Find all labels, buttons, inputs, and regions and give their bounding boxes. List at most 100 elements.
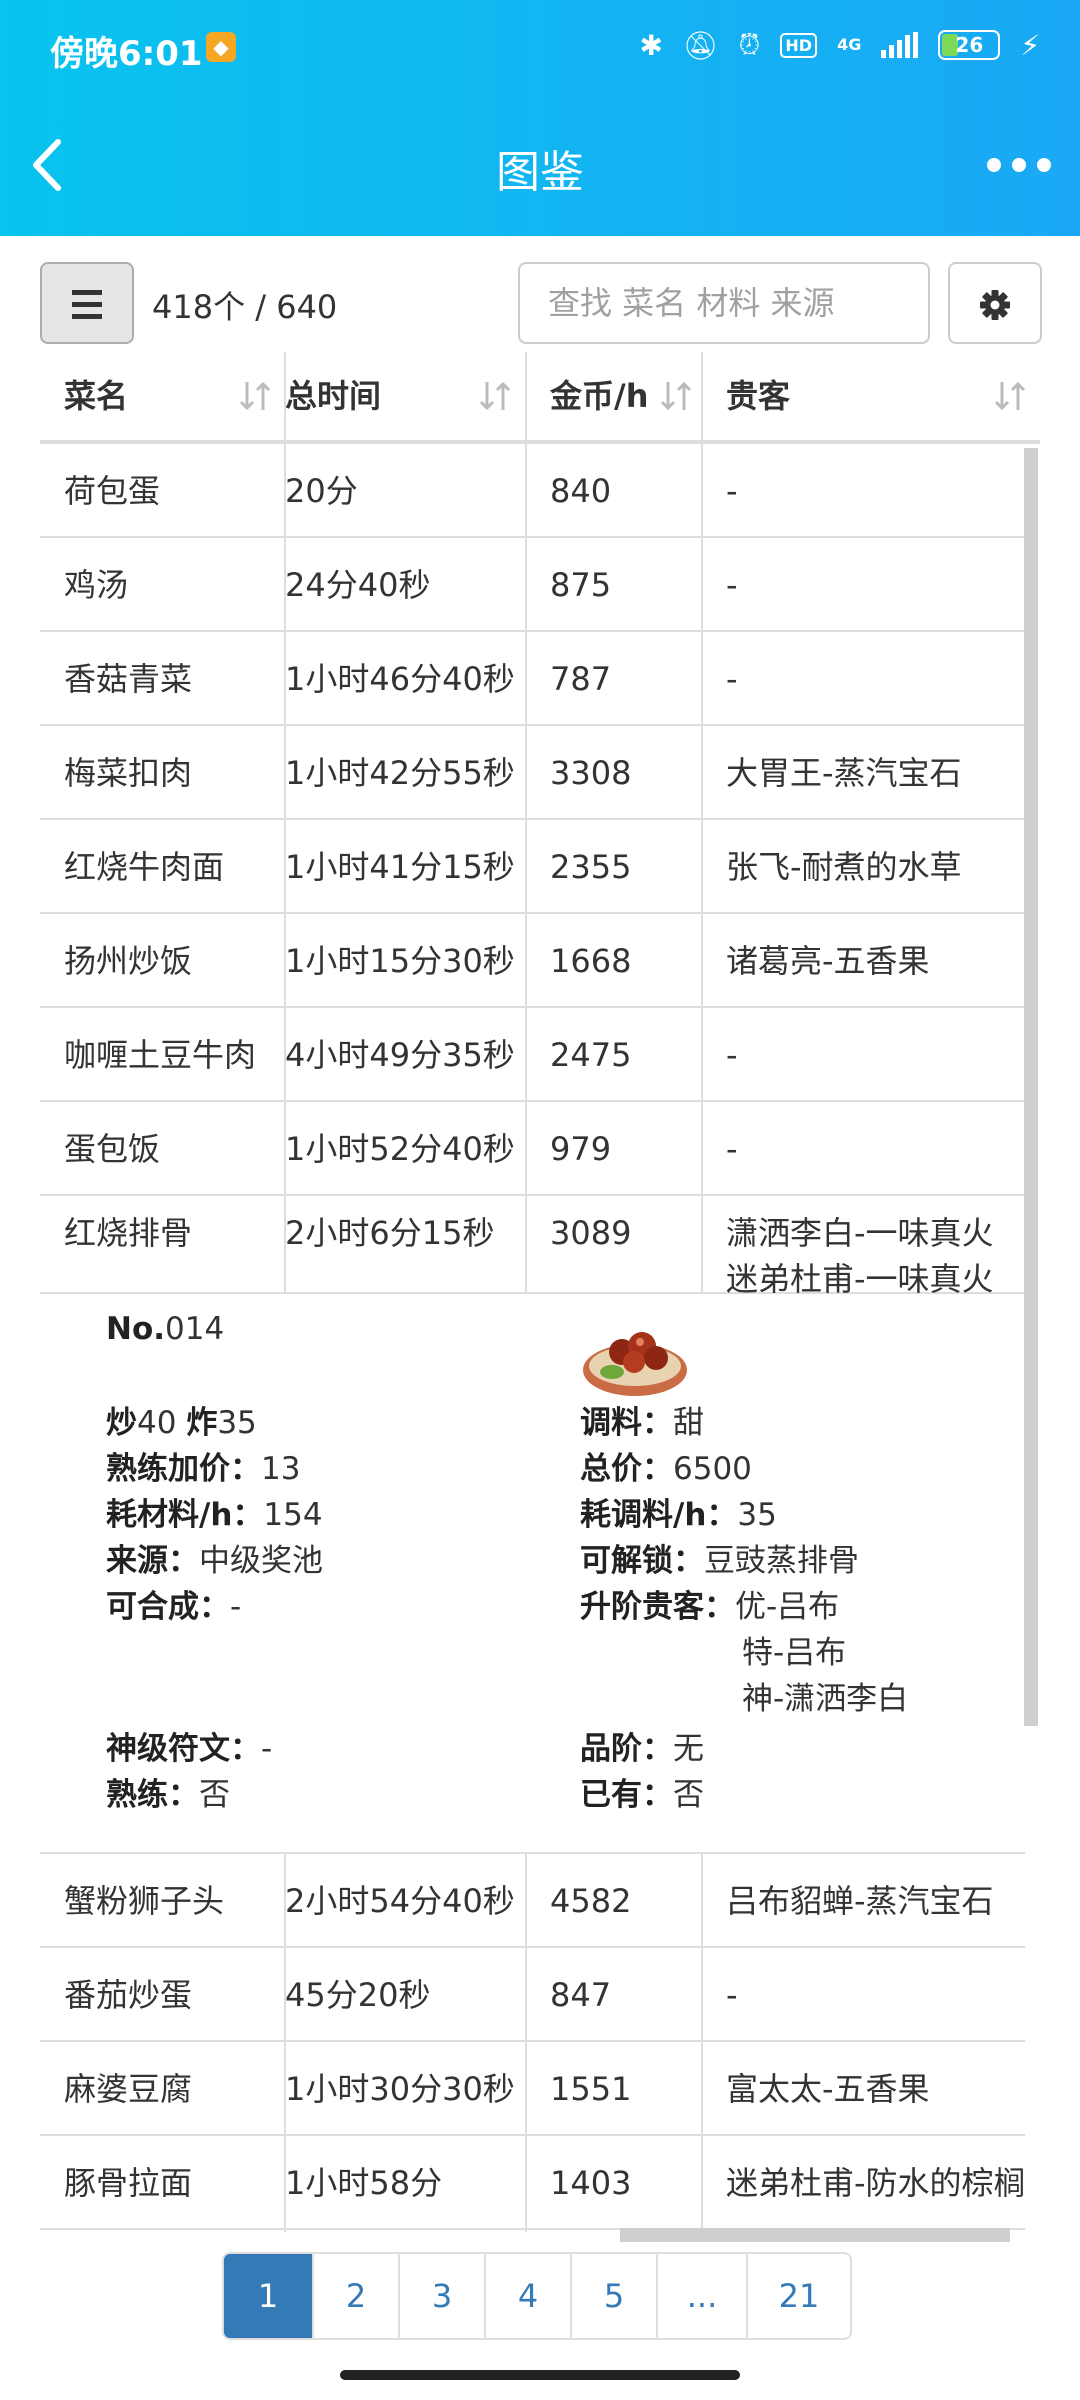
cell-name: 豚骨拉面	[64, 2164, 193, 2202]
column-header-gold[interactable]: 金币/h	[526, 352, 702, 440]
cell-time: 4小时49分35秒	[285, 1036, 515, 1074]
cell-guest: 吕布貂蝉-蒸汽宝石	[726, 1882, 994, 1920]
upgrade-guest-3: 神-潇洒李白	[742, 1681, 909, 1717]
cell-gold: 4582	[550, 1882, 632, 1920]
cell-name: 红烧牛肉面	[64, 848, 225, 886]
column-header-time[interactable]: 总时间	[285, 352, 525, 440]
cell-guest: -	[726, 1130, 738, 1168]
owned: 已有：否	[580, 1777, 704, 1813]
cell-name: 咖喱土豆牛肉	[64, 1036, 257, 1074]
sort-icon[interactable]	[658, 378, 694, 414]
cell-time: 1小时15分30秒	[285, 942, 515, 980]
cell-name: 荷包蛋	[64, 472, 161, 510]
cell-guest: 诸葛亮-五香果	[726, 942, 930, 980]
dish-detail-panel: No.014 炒40 炸35 调料：甜 熟练加价：13 总价：6500 耗材料/…	[40, 1294, 1025, 1854]
cell-guest: -	[726, 1036, 738, 1074]
page-link-1[interactable]: 1	[224, 2254, 312, 2338]
menu-button[interactable]	[40, 262, 134, 344]
cell-gold: 847	[550, 1976, 612, 2014]
table-row[interactable]: 麻婆豆腐 1小时30分30秒 1551 富太太-五香果	[40, 2042, 1025, 2136]
page-link-2[interactable]: 2	[312, 2254, 398, 2338]
unlockable: 可解锁：豆豉蒸排骨	[580, 1543, 859, 1579]
alarm-icon: ⏰︎	[738, 28, 761, 61]
table-row[interactable]: 香菇青菜 1小时46分40秒 787 -	[40, 632, 1025, 726]
page-link-21[interactable]: 21	[746, 2254, 850, 2338]
column-divider	[284, 352, 286, 1294]
cell-guest: -	[726, 472, 738, 510]
cell-time: 45分20秒	[285, 1976, 431, 2014]
page-link-3[interactable]: 3	[398, 2254, 484, 2338]
cell-guest: -	[726, 1976, 738, 2014]
cell-gold: 3308	[550, 754, 632, 792]
cell-name: 扬州炒饭	[64, 942, 193, 980]
page-link-ellipsis[interactable]: ...	[656, 2254, 746, 2338]
home-indicator[interactable]	[340, 2370, 740, 2380]
column-divider	[525, 1854, 527, 2232]
sort-icon[interactable]	[992, 378, 1028, 414]
sort-icon[interactable]	[477, 378, 513, 414]
table-row[interactable]: 梅菜扣肉 1小时42分55秒 3308 大胃王-蒸汽宝石	[40, 726, 1025, 820]
vertical-scrollbar[interactable]	[1024, 448, 1038, 1726]
column-divider	[701, 352, 703, 1294]
cell-time: 1小时52分40秒	[285, 1130, 515, 1168]
column-header-guest[interactable]: 贵客	[702, 352, 1040, 440]
skill-bonus: 熟练加价：13	[106, 1451, 301, 1487]
cell-gold: 979	[550, 1130, 612, 1168]
cell-time: 1小时42分55秒	[285, 754, 515, 792]
table-row[interactable]: 番茄炒蛋 45分20秒 847 -	[40, 1948, 1025, 2042]
upgrade-guests: 升阶贵客：优-吕布	[580, 1589, 840, 1625]
settings-button[interactable]	[948, 262, 1042, 344]
upgrade-guest-2: 特-吕布	[742, 1635, 847, 1671]
cell-guest: 迷弟杜甫-防水的棕榈	[726, 2164, 1025, 2202]
cell-name: 蟹粉狮子头	[64, 1882, 225, 1920]
search-input[interactable]	[518, 262, 930, 344]
material-rate: 耗材料/h：154	[106, 1497, 323, 1533]
skill-requirements: 炒40 炸35	[106, 1405, 257, 1441]
table-row[interactable]: 豚骨拉面 1小时58分 1403 迷弟杜甫-防水的棕榈	[40, 2136, 1025, 2230]
cell-guest: -	[726, 566, 738, 604]
toolbar: 418个 / 640	[0, 262, 1080, 346]
table-row[interactable]: 咖喱土豆牛肉 4小时49分35秒 2475 -	[40, 1008, 1025, 1102]
cell-gold: 2355	[550, 848, 632, 886]
cell-gold: 840	[550, 472, 612, 510]
cell-time: 1小时58分	[285, 2164, 443, 2202]
table-row[interactable]: 鸡汤 24分40秒 875 -	[40, 538, 1025, 632]
status-time: 傍晚6:01	[50, 34, 203, 74]
divine-rune: 神级符文：-	[106, 1731, 273, 1767]
result-count: 418个 / 640	[152, 288, 338, 326]
seasoning: 调料：甜	[580, 1405, 704, 1441]
nav-bar: 图鉴	[0, 120, 1080, 210]
cell-time: 24分40秒	[285, 566, 431, 604]
notification-app-icon: ◆	[206, 32, 236, 62]
table-row[interactable]: 红烧牛肉面 1小时41分15秒 2355 张飞-耐煮的水草	[40, 820, 1025, 914]
table-row[interactable]: 蛋包饭 1小时52分40秒 979 -	[40, 1102, 1025, 1196]
mute-bell-icon: 🔕︎	[683, 28, 719, 62]
column-header-name[interactable]: 菜名	[40, 352, 285, 440]
table-row[interactable]: 扬州炒饭 1小时15分30秒 1668 诸葛亮-五香果	[40, 914, 1025, 1008]
charging-icon: ⚡︎	[1020, 28, 1040, 62]
sort-icon[interactable]	[237, 378, 273, 414]
battery-icon: 26	[938, 30, 1001, 60]
cell-gold: 1551	[550, 2070, 632, 2108]
cell-guest: 富太太-五香果	[726, 2070, 930, 2108]
more-options-icon[interactable]	[984, 140, 1054, 190]
page-link-4[interactable]: 4	[484, 2254, 570, 2338]
expanded-row[interactable]: 红烧排骨 2小时6分15秒 3089 潇洒李白-一味真火 迷弟杜甫-一味真火	[40, 1200, 1025, 1298]
column-divider	[525, 352, 527, 1294]
cell-gold: 1668	[550, 942, 632, 980]
combinable: 可合成：-	[106, 1589, 242, 1625]
horizontal-scrollbar[interactable]	[620, 2228, 1010, 2242]
cell-time: 1小时46分40秒	[285, 660, 515, 698]
cell-name: 鸡汤	[64, 566, 129, 604]
signal-icon	[881, 32, 919, 58]
cell-name: 番茄炒蛋	[64, 1976, 193, 2014]
cell-name: 香菇青菜	[64, 660, 193, 698]
cell-gold: 2475	[550, 1036, 632, 1074]
table-row[interactable]: 荷包蛋 20分 840 -	[40, 444, 1025, 538]
hd-icon: HD	[780, 32, 818, 58]
page-title: 图鉴	[496, 147, 584, 198]
table-header: 菜名 总时间 金币/h 贵客	[40, 352, 1040, 444]
dish-image	[583, 1332, 687, 1396]
page-link-5[interactable]: 5	[570, 2254, 656, 2338]
table-row[interactable]: 蟹粉狮子头 2小时54分40秒 4582 吕布貂蝉-蒸汽宝石	[40, 1854, 1025, 1948]
